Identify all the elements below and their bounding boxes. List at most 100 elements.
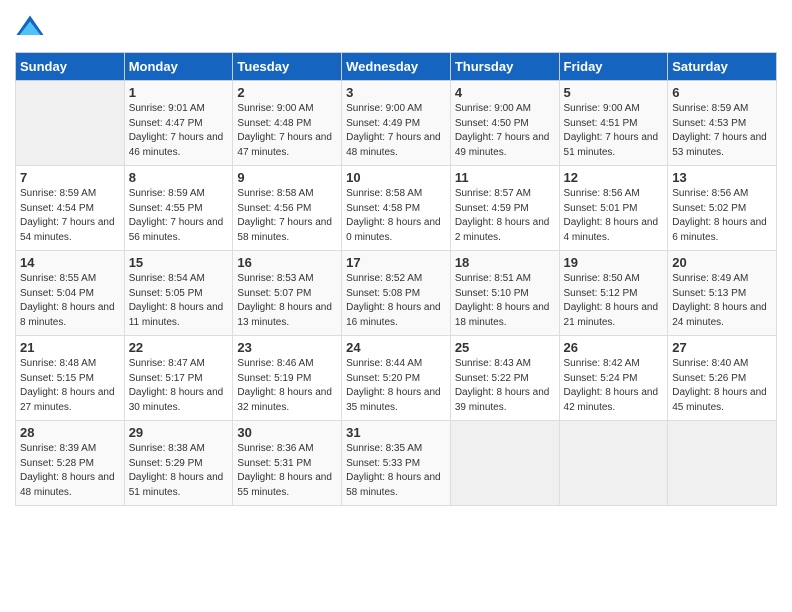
day-number: 9 bbox=[237, 170, 337, 185]
day-number: 5 bbox=[564, 85, 664, 100]
day-info: Sunrise: 9:00 AMSunset: 4:48 PMDaylight:… bbox=[237, 102, 337, 160]
calendar-cell: 24Sunrise: 8:44 AMSunset: 5:20 PMDayligh… bbox=[342, 336, 451, 421]
day-header-tuesday: Tuesday bbox=[233, 53, 342, 81]
day-number: 3 bbox=[346, 85, 446, 100]
day-info: Sunrise: 8:52 AMSunset: 5:08 PMDaylight:… bbox=[346, 272, 446, 330]
day-info: Sunrise: 8:51 AMSunset: 5:10 PMDaylight:… bbox=[455, 272, 555, 330]
calendar-cell: 29 Sunrise: 8:38 AMSunset: 5:29 PMDayligh… bbox=[124, 421, 233, 506]
day-number: 18 bbox=[455, 255, 555, 270]
calendar-cell: 6Sunrise: 8:59 AMSunset: 4:53 PMDaylight… bbox=[668, 81, 777, 166]
calendar-cell: 16 Sunrise: 8:53 AMSunset: 5:07 PMDayligh… bbox=[233, 251, 342, 336]
day-info: Sunrise: 8:46 AMSunset: 5:19 PMDaylight:… bbox=[237, 357, 337, 415]
day-number: 21 bbox=[20, 340, 120, 355]
day-header-wednesday: Wednesday bbox=[342, 53, 451, 81]
day-number: 11 bbox=[455, 170, 555, 185]
day-header-sunday: Sunday bbox=[16, 53, 125, 81]
week-row-4: 21Sunrise: 8:48 AMSunset: 5:15 PMDayligh… bbox=[16, 336, 777, 421]
calendar-cell: 25 Sunrise: 8:43 AMSunset: 5:22 PMDayligh… bbox=[450, 336, 559, 421]
week-row-2: 7 Sunrise: 8:59 AMSunset: 4:54 PMDaylight… bbox=[16, 166, 777, 251]
header bbox=[15, 10, 777, 44]
calendar-cell bbox=[559, 421, 668, 506]
day-info: Sunrise: 9:01 AMSunset: 4:47 PMDaylight:… bbox=[129, 102, 229, 160]
calendar-cell: 11Sunrise: 8:57 AMSunset: 4:59 PMDayligh… bbox=[450, 166, 559, 251]
week-row-5: 28 Sunrise: 8:39 AMSunset: 5:28 PMDayligh… bbox=[16, 421, 777, 506]
calendar-cell bbox=[450, 421, 559, 506]
day-number: 14 bbox=[20, 255, 120, 270]
day-info: Sunrise: 8:38 AMSunset: 5:29 PMDaylight:… bbox=[129, 442, 229, 500]
day-info: Sunrise: 8:39 AMSunset: 5:28 PMDaylight:… bbox=[20, 442, 120, 500]
day-number: 4 bbox=[455, 85, 555, 100]
day-number: 23 bbox=[237, 340, 337, 355]
day-number: 29 bbox=[129, 425, 229, 440]
day-info: Sunrise: 8:47 AMSunset: 5:17 PMDaylight:… bbox=[129, 357, 229, 415]
day-number: 2 bbox=[237, 85, 337, 100]
day-info: Sunrise: 8:42 AMSunset: 5:24 PMDaylight:… bbox=[564, 357, 664, 415]
calendar-cell: 8 Sunrise: 8:59 AMSunset: 4:55 PMDaylight… bbox=[124, 166, 233, 251]
day-info: Sunrise: 8:44 AMSunset: 5:20 PMDaylight:… bbox=[346, 357, 446, 415]
day-number: 17 bbox=[346, 255, 446, 270]
day-info: Sunrise: 8:43 AMSunset: 5:22 PMDaylight:… bbox=[455, 357, 555, 415]
day-number: 28 bbox=[20, 425, 120, 440]
day-info: Sunrise: 8:59 AMSunset: 4:54 PMDaylight:… bbox=[20, 187, 120, 245]
day-number: 20 bbox=[672, 255, 772, 270]
week-row-3: 14Sunrise: 8:55 AMSunset: 5:04 PMDayligh… bbox=[16, 251, 777, 336]
calendar-cell bbox=[668, 421, 777, 506]
logo bbox=[15, 14, 49, 44]
calendar-cell: 13 Sunrise: 8:56 AMSunset: 5:02 PMDayligh… bbox=[668, 166, 777, 251]
day-number: 7 bbox=[20, 170, 120, 185]
calendar-cell: 20 Sunrise: 8:49 AMSunset: 5:13 PMDayligh… bbox=[668, 251, 777, 336]
day-number: 25 bbox=[455, 340, 555, 355]
calendar-cell: 26Sunrise: 8:42 AMSunset: 5:24 PMDayligh… bbox=[559, 336, 668, 421]
calendar-cell: 21Sunrise: 8:48 AMSunset: 5:15 PMDayligh… bbox=[16, 336, 125, 421]
day-header-thursday: Thursday bbox=[450, 53, 559, 81]
day-info: Sunrise: 8:56 AMSunset: 5:02 PMDaylight:… bbox=[672, 187, 772, 245]
main-container: SundayMondayTuesdayWednesdayThursdayFrid… bbox=[0, 0, 792, 516]
day-info: Sunrise: 8:40 AMSunset: 5:26 PMDaylight:… bbox=[672, 357, 772, 415]
day-number: 31 bbox=[346, 425, 446, 440]
calendar-cell bbox=[16, 81, 125, 166]
day-number: 22 bbox=[129, 340, 229, 355]
day-number: 15 bbox=[129, 255, 229, 270]
day-number: 30 bbox=[237, 425, 337, 440]
day-info: Sunrise: 8:56 AMSunset: 5:01 PMDaylight:… bbox=[564, 187, 664, 245]
day-info: Sunrise: 8:59 AMSunset: 4:55 PMDaylight:… bbox=[129, 187, 229, 245]
calendar-cell: 4 Sunrise: 9:00 AMSunset: 4:50 PMDaylight… bbox=[450, 81, 559, 166]
calendar-cell: 15 Sunrise: 8:54 AMSunset: 5:05 PMDayligh… bbox=[124, 251, 233, 336]
calendar-cell: 14Sunrise: 8:55 AMSunset: 5:04 PMDayligh… bbox=[16, 251, 125, 336]
day-header-friday: Friday bbox=[559, 53, 668, 81]
day-header-saturday: Saturday bbox=[668, 53, 777, 81]
day-number: 10 bbox=[346, 170, 446, 185]
calendar-cell: 1 Sunrise: 9:01 AMSunset: 4:47 PMDaylight… bbox=[124, 81, 233, 166]
day-info: Sunrise: 9:00 AMSunset: 4:50 PMDaylight:… bbox=[455, 102, 555, 160]
day-number: 1 bbox=[129, 85, 229, 100]
calendar-cell: 28 Sunrise: 8:39 AMSunset: 5:28 PMDayligh… bbox=[16, 421, 125, 506]
calendar-cell: 9 Sunrise: 8:58 AMSunset: 4:56 PMDaylight… bbox=[233, 166, 342, 251]
day-info: Sunrise: 8:49 AMSunset: 5:13 PMDaylight:… bbox=[672, 272, 772, 330]
day-number: 8 bbox=[129, 170, 229, 185]
calendar-cell: 30 Sunrise: 8:36 AMSunset: 5:31 PMDayligh… bbox=[233, 421, 342, 506]
calendar-cell: 12 Sunrise: 8:56 AMSunset: 5:01 PMDayligh… bbox=[559, 166, 668, 251]
day-number: 27 bbox=[672, 340, 772, 355]
week-row-1: 1 Sunrise: 9:01 AMSunset: 4:47 PMDaylight… bbox=[16, 81, 777, 166]
day-info: Sunrise: 8:58 AMSunset: 4:56 PMDaylight:… bbox=[237, 187, 337, 245]
calendar-cell: 19Sunrise: 8:50 AMSunset: 5:12 PMDayligh… bbox=[559, 251, 668, 336]
header-row: SundayMondayTuesdayWednesdayThursdayFrid… bbox=[16, 53, 777, 81]
calendar-cell: 2 Sunrise: 9:00 AMSunset: 4:48 PMDaylight… bbox=[233, 81, 342, 166]
day-info: Sunrise: 9:00 AMSunset: 4:51 PMDaylight:… bbox=[564, 102, 664, 160]
day-number: 13 bbox=[672, 170, 772, 185]
calendar-cell: 17 Sunrise: 8:52 AMSunset: 5:08 PMDayligh… bbox=[342, 251, 451, 336]
calendar-cell: 18 Sunrise: 8:51 AMSunset: 5:10 PMDayligh… bbox=[450, 251, 559, 336]
day-info: Sunrise: 8:53 AMSunset: 5:07 PMDaylight:… bbox=[237, 272, 337, 330]
day-info: Sunrise: 8:35 AMSunset: 5:33 PMDaylight:… bbox=[346, 442, 446, 500]
day-info: Sunrise: 8:59 AMSunset: 4:53 PMDaylight:… bbox=[672, 102, 772, 160]
day-info: Sunrise: 8:36 AMSunset: 5:31 PMDaylight:… bbox=[237, 442, 337, 500]
day-header-monday: Monday bbox=[124, 53, 233, 81]
calendar-cell: 10Sunrise: 8:58 AMSunset: 4:58 PMDayligh… bbox=[342, 166, 451, 251]
day-number: 12 bbox=[564, 170, 664, 185]
day-number: 16 bbox=[237, 255, 337, 270]
day-info: Sunrise: 8:54 AMSunset: 5:05 PMDaylight:… bbox=[129, 272, 229, 330]
calendar-cell: 22 Sunrise: 8:47 AMSunset: 5:17 PMDayligh… bbox=[124, 336, 233, 421]
calendar-cell: 3 Sunrise: 9:00 AMSunset: 4:49 PMDaylight… bbox=[342, 81, 451, 166]
calendar-cell: 5 Sunrise: 9:00 AMSunset: 4:51 PMDaylight… bbox=[559, 81, 668, 166]
day-info: Sunrise: 9:00 AMSunset: 4:49 PMDaylight:… bbox=[346, 102, 446, 160]
